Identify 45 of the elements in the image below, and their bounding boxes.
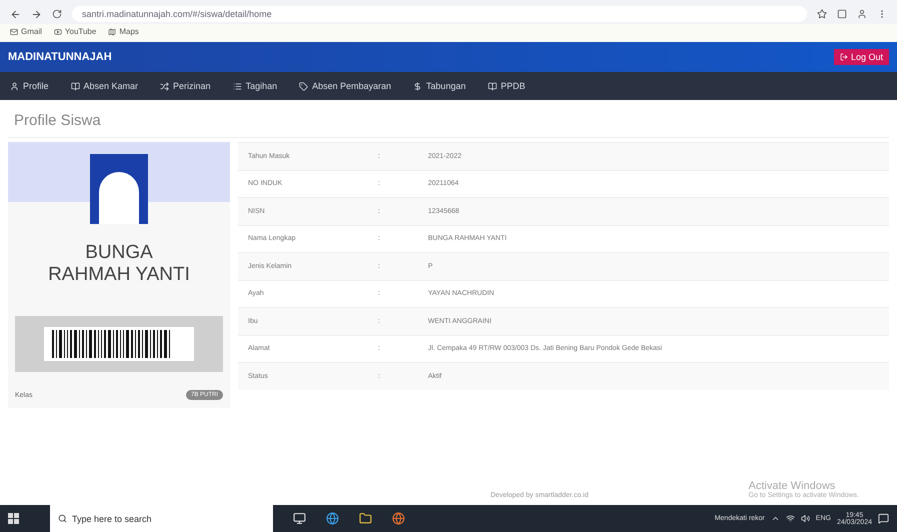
menu-item[interactable]: Tagihan (232, 81, 278, 91)
wifi-icon (786, 514, 795, 523)
back-icon[interactable] (10, 8, 21, 20)
forward-icon[interactable] (31, 8, 42, 20)
dollar-icon (413, 82, 422, 90)
volume-icon[interactable] (800, 514, 810, 523)
search-icon (58, 514, 67, 523)
logout-icon (840, 53, 848, 61)
logout-button[interactable]: Log Out (834, 49, 889, 65)
student-name: BUNGA RAHMAH YANTI (47, 242, 191, 286)
star-icon[interactable] (817, 9, 827, 19)
menu-item[interactable]: Profile (10, 81, 49, 91)
reload-icon[interactable] (52, 9, 62, 19)
menu-item[interactable]: Absen Kamar (70, 81, 138, 91)
notification-icon[interactable] (878, 513, 889, 524)
folder-icon[interactable] (359, 512, 372, 525)
book-icon (70, 82, 80, 90)
menu-item[interactable]: Tabungan (413, 81, 466, 91)
menu-item[interactable]: PPDB (488, 81, 526, 91)
profile-icon[interactable] (857, 9, 867, 19)
windows-icon[interactable] (8, 512, 20, 524)
tag-icon (299, 82, 308, 90)
user-icon (10, 82, 19, 90)
page-title: Profile Siswa (8, 100, 889, 138)
activation-title: Activate Windows (748, 480, 836, 492)
chevron-icon[interactable] (770, 514, 780, 523)
menu-item[interactable]: Perizinan (160, 81, 211, 91)
list-icon (232, 82, 242, 90)
mail-icon (10, 28, 18, 36)
task-view-icon[interactable] (293, 512, 306, 525)
shuffle-icon (160, 82, 170, 90)
sidebar-icon[interactable] (837, 9, 847, 19)
browser-icon[interactable] (326, 512, 339, 525)
address-bar[interactable]: santri.madinatunnajah.com/#/siswa/detail/home (72, 6, 807, 22)
book-icon (488, 82, 497, 90)
bookmark[interactable]: Gmail (10, 27, 42, 36)
bookmark[interactable]: YouTube (54, 27, 96, 36)
map-icon (108, 28, 116, 36)
video-icon (54, 28, 62, 36)
brand-title: MADINATUNNAJAH (8, 51, 112, 63)
taskbar-search[interactable]: Type here to search (50, 505, 273, 532)
browser-icon[interactable] (392, 512, 405, 525)
bookmark[interactable]: Maps (108, 27, 139, 36)
menu-item[interactable]: Absen Pembayaran (299, 81, 392, 91)
photo-placeholder (90, 154, 148, 224)
